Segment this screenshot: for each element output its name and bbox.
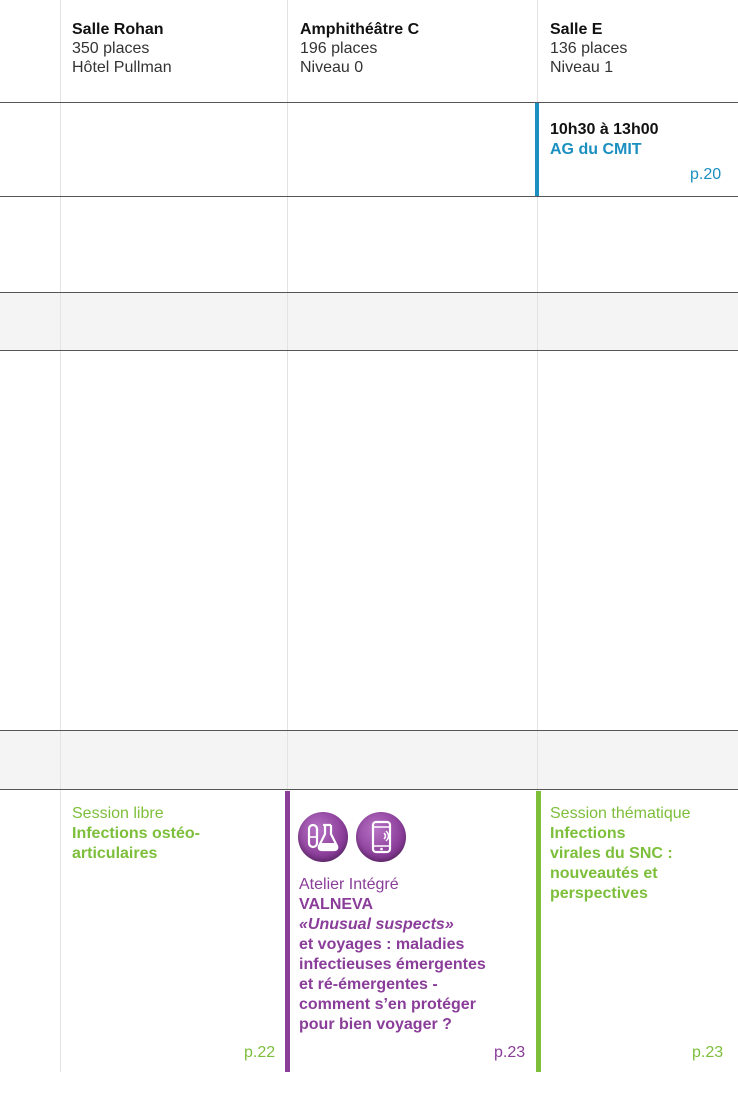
session-time: 10h30 à 13h00 [550,121,659,138]
session-title[interactable]: Infections virales du SNC : nouveautés e… [550,824,673,904]
session-title-line: nouveautés et [550,865,658,882]
room-capacity: 350 places [72,40,150,57]
session-title-line: Infections [550,825,626,842]
session-title-italic[interactable]: «Unusual suspects» [299,915,454,935]
page-reference[interactable]: p.22 [244,1043,275,1063]
smartphone-icon [356,812,406,862]
session-kind: Session thématique [550,805,691,822]
session-title-line: Infections ostéo- [72,825,201,842]
room-location: Niveau 1 [550,59,614,76]
room-header-amphitheatre-c: Amphithéâtre C 196 places Niveau 0 [300,20,419,77]
session-title-line: perspectives [550,885,648,902]
room-header-salle-e: Salle E 136 places Niveau 1 [550,20,627,77]
sponsor-name: VALNEVA [299,896,374,913]
column-divider [60,0,61,1072]
row-separator [0,789,738,790]
session-title-line: infectieuses émergentes [299,956,486,973]
room-name: Amphithéâtre C [300,21,420,38]
lab-flask-icon [298,812,348,862]
session-title[interactable]: Infections ostéo- articulaires [72,824,200,864]
page-reference[interactable]: p.23 [494,1043,525,1063]
session-title-line: et ré-émergentes - [299,976,438,993]
program-grid: Salle Rohan 350 places Hôtel Pullman Amp… [0,0,738,1095]
page-reference[interactable]: p.20 [690,165,721,185]
session-title[interactable]: et voyages : maladies infectieuses émerg… [299,935,531,1035]
row-separator [0,102,738,103]
session-title-line: articulaires [72,845,158,862]
session-title-line: pour bien voyager ? [299,1016,452,1033]
row-separator [0,730,738,731]
session-accent-bar [535,103,539,196]
room-location: Niveau 0 [300,59,364,76]
row-separator [0,196,738,197]
row-separator [0,292,738,293]
break-band [0,292,738,350]
session-accent-bar [536,791,541,1072]
room-name: Salle Rohan [72,21,164,38]
room-capacity: 136 places [550,40,628,57]
session-kind: Atelier Intégré [299,876,399,893]
session-kind: Session libre [72,805,164,822]
room-location: Hôtel Pullman [72,59,172,76]
session-title-line: virales du SNC : [550,845,673,862]
break-band [0,730,738,789]
row-separator [0,350,738,351]
room-name: Salle E [550,21,603,38]
session-title-line: et voyages : maladies [299,936,465,953]
session-title[interactable]: AG du CMIT [550,140,642,160]
room-header-salle-rohan: Salle Rohan 350 places Hôtel Pullman [72,20,172,77]
room-capacity: 196 places [300,40,378,57]
session-accent-bar [285,791,290,1072]
session-title-line: comment s’en protéger [299,996,476,1013]
page-reference[interactable]: p.23 [692,1043,723,1063]
